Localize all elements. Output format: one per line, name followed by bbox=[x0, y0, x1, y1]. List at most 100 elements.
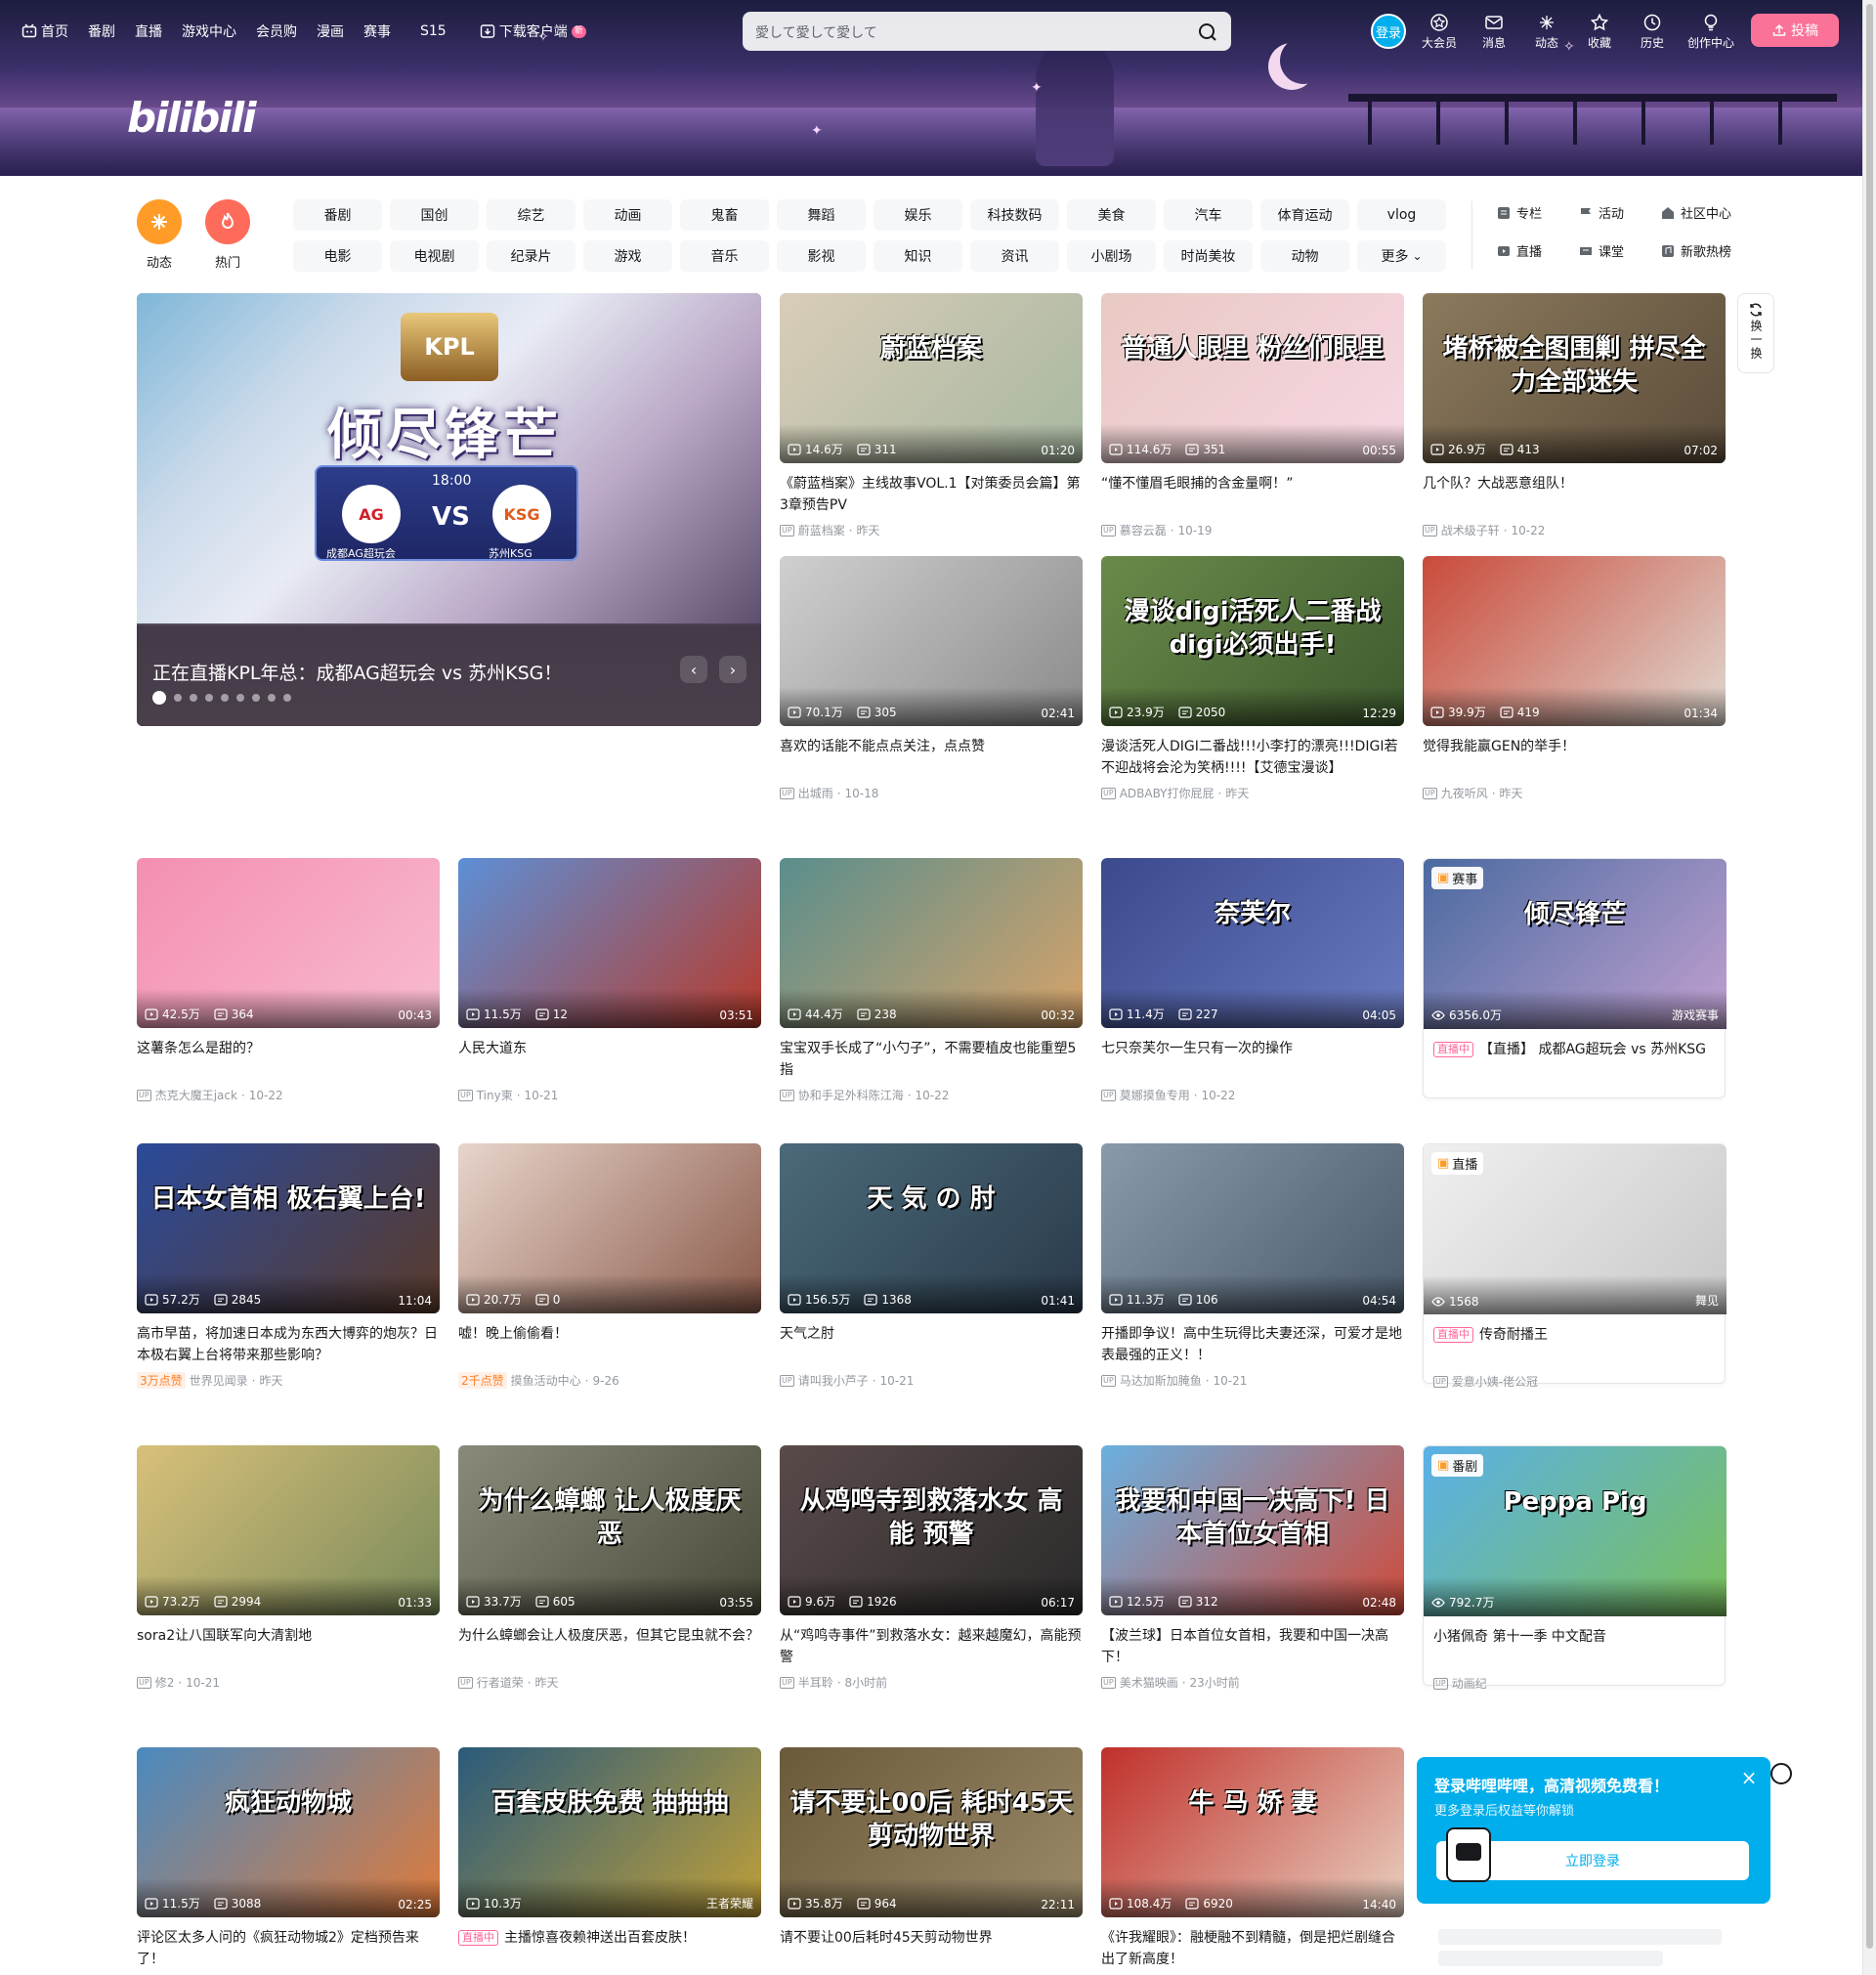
video-card[interactable]: 奈芙尔 11.4万 227 04:05 七只奈芙尔一生只有一次的操作 UP 莫娜摸鱼专用 · 1… bbox=[1101, 858, 1404, 1103]
video-thumbnail[interactable]: 漫谈digi活死人二番战 digi必须出手! 23.9万 2050 12:29 bbox=[1101, 556, 1404, 726]
nav-match[interactable]: 赛事 bbox=[363, 21, 391, 41]
channel-item[interactable]: 电视剧 bbox=[390, 240, 479, 272]
video-thumbnail[interactable]: 百套皮肤免费 抽抽抽 10.3万 王者荣耀 bbox=[458, 1747, 761, 1917]
uploader-name[interactable]: 杰克大魔王jack bbox=[155, 1087, 237, 1103]
uploader-name[interactable]: ADBABY打你屁屁 bbox=[1120, 785, 1215, 801]
carousel-dots[interactable] bbox=[152, 691, 291, 705]
video-title[interactable]: sora2让八国联军向大清割地 bbox=[137, 1625, 440, 1668]
video-title[interactable]: 《蔚蓝档案》主线故事VOL.1【对策委员会篇】第3章预告PV bbox=[780, 473, 1083, 516]
video-card[interactable]: 42.5万 364 00:43 这薯条怎么是甜的？ UP 杰克大魔王jack · 10-22 bbox=[137, 858, 440, 1103]
carousel-next-icon[interactable]: › bbox=[719, 656, 746, 683]
close-icon[interactable]: × bbox=[1739, 1768, 1759, 1788]
video-title[interactable]: 喜欢的话能不能点点关注，点点赞 bbox=[780, 736, 1083, 779]
carousel-dot[interactable] bbox=[221, 694, 229, 702]
channel-item[interactable]: 国创 bbox=[390, 199, 479, 231]
uploader-name[interactable]: 战术级子轩 bbox=[1441, 522, 1500, 538]
uploader-name[interactable]: 蔚蓝档案 bbox=[798, 522, 845, 538]
video-thumbnail[interactable]: 42.5万 364 00:43 bbox=[137, 858, 440, 1028]
nav-vip[interactable]: 大会员 bbox=[1418, 13, 1461, 51]
video-card[interactable]: 百套皮肤免费 抽抽抽 10.3万 王者荣耀 直播中 主播惊喜夜赖神送出百套皮肤！ bbox=[458, 1747, 761, 1970]
video-title[interactable]: 觉得我能赢GEN的举手！ bbox=[1423, 736, 1726, 779]
video-title[interactable]: 这薯条怎么是甜的？ bbox=[137, 1038, 440, 1081]
quick-dynamic[interactable]: 动态 bbox=[137, 199, 182, 271]
channel-item[interactable]: 舞蹈 bbox=[777, 199, 866, 231]
channel-item[interactable]: 体育运动 bbox=[1260, 199, 1349, 231]
channel-item[interactable]: 综艺 bbox=[487, 199, 576, 231]
carousel-dot[interactable] bbox=[174, 694, 182, 702]
video-title[interactable]: 嘘！晚上偷偷看！ bbox=[458, 1323, 761, 1366]
nav-creator-center[interactable]: 创作中心 bbox=[1684, 13, 1738, 51]
link-classroom[interactable]: 课堂 bbox=[1579, 241, 1655, 260]
video-thumbnail[interactable]: 73.2万 2994 01:33 bbox=[137, 1445, 440, 1615]
refresh-button[interactable]: 换一换 bbox=[1737, 293, 1774, 373]
video-thumbnail[interactable]: 11.3万 106 04:54 bbox=[1101, 1143, 1404, 1313]
carousel-dot[interactable] bbox=[252, 694, 260, 702]
channel-item[interactable]: 美食 bbox=[1067, 199, 1156, 231]
live-title[interactable]: 小猪佩奇 第十一季 中文配音 bbox=[1424, 1626, 1725, 1669]
search-icon[interactable] bbox=[1195, 20, 1220, 45]
search-input[interactable] bbox=[755, 21, 1175, 44]
video-card[interactable]: 我要和中国一决高下! 日本首位女首相 12.5万 312 02:48 【波兰球】日本首位… bbox=[1101, 1445, 1404, 1691]
video-thumbnail[interactable]: 11.5万 12 03:51 bbox=[458, 858, 761, 1028]
video-card[interactable]: 从鸡鸣寺到救落水女 高能 预警 9.6万 1926 06:17 从“鸡鸣寺事件”到救落水… bbox=[780, 1445, 1083, 1691]
carousel-dot[interactable] bbox=[268, 694, 276, 702]
video-thumbnail[interactable]: 倾尽锋芒 ▣ 赛事 6356.0万 游戏赛事 bbox=[1424, 859, 1727, 1029]
video-thumbnail[interactable]: 疯狂动物城 11.5万 3088 02:25 bbox=[137, 1747, 440, 1917]
live-card[interactable]: ▣ 直播 1568 舞见 直播中 传奇耐播王 UP 爱意小姨-佬公冠 bbox=[1423, 1143, 1727, 1389]
nav-bangumi[interactable]: 番剧 bbox=[88, 21, 115, 41]
video-card[interactable]: 漫谈digi活死人二番战 digi必须出手! 23.9万 2050 12:29 漫谈活死… bbox=[1101, 556, 1404, 801]
channel-item[interactable]: 影视 bbox=[777, 240, 866, 272]
video-card[interactable]: 70.1万 305 02:41 喜欢的话能不能点点关注，点点赞 UP 出城雨 · 10-18 bbox=[780, 556, 1083, 801]
video-thumbnail[interactable]: Peppa Pig ▣ 番剧 792.7万 bbox=[1424, 1446, 1727, 1616]
nav-s15[interactable]: S15 bbox=[420, 21, 447, 41]
video-card[interactable]: 44.4万 238 00:32 宝宝双手长成了“小勺子”，不需要植皮也能重塑5指 UP 协… bbox=[780, 858, 1083, 1103]
nav-favorite[interactable]: 收藏 bbox=[1578, 13, 1621, 51]
carousel-dot[interactable] bbox=[205, 694, 213, 702]
hero-carousel[interactable]: KPL 倾尽锋芒 18:00 AG VS KSG 成都AG超玩会 苏州KSG 正… bbox=[137, 293, 761, 726]
video-card[interactable]: 73.2万 2994 01:33 sora2让八国联军向大清割地 UP 修2 · 10-21 bbox=[137, 1445, 440, 1691]
video-thumbnail[interactable]: 普通人眼里 粉丝们眼里 114.6万 351 00:55 bbox=[1101, 293, 1404, 463]
video-title[interactable]: 七只奈芙尔一生只有一次的操作 bbox=[1101, 1038, 1404, 1081]
nav-dynamic[interactable]: 动态 bbox=[1525, 13, 1568, 51]
channel-more-button[interactable]: 更多 ⌄ bbox=[1357, 240, 1446, 272]
video-title[interactable]: 请不要让00后耗时45天剪动物世界 bbox=[780, 1927, 1083, 1970]
video-title[interactable]: 人民大道东 bbox=[458, 1038, 761, 1081]
page-scrollbar[interactable] bbox=[1862, 0, 1876, 1975]
uploader-name[interactable]: 美术猫映画 bbox=[1120, 1674, 1178, 1691]
channel-item[interactable]: 音乐 bbox=[680, 240, 769, 272]
channel-item[interactable]: 动画 bbox=[583, 199, 672, 231]
channel-item[interactable]: 小剧场 bbox=[1067, 240, 1156, 272]
video-title[interactable]: 为什么蟑螂会让人极度厌恶，但其它昆虫就不会？ bbox=[458, 1625, 761, 1668]
video-card[interactable]: 请不要让00后 耗时45天 剪动物世界 35.8万 964 22:11 请不要让00后耗… bbox=[780, 1747, 1083, 1970]
side-tool-icon[interactable] bbox=[1770, 1763, 1792, 1784]
video-card[interactable]: 天 気 の 肘 156.5万 1368 01:41 天气之肘 UP 请叫我小芦子 · 10-21 bbox=[780, 1143, 1083, 1389]
nav-manga[interactable]: 漫画 bbox=[317, 21, 344, 41]
uploader-name[interactable]: 九夜听风 bbox=[1441, 785, 1488, 801]
live-title[interactable]: 直播中 传奇耐播王 bbox=[1424, 1324, 1725, 1367]
uploader-name[interactable]: 动画纪 bbox=[1452, 1675, 1487, 1692]
uploader-name[interactable]: 出城雨 bbox=[798, 785, 833, 801]
uploader-name[interactable]: 摸鱼活动中心 bbox=[511, 1372, 581, 1389]
channel-item[interactable]: 游戏 bbox=[583, 240, 672, 272]
live-card[interactable]: Peppa Pig ▣ 番剧 792.7万 小猪佩奇 第十一季 中文配音 UP 动画纪 bbox=[1423, 1445, 1727, 1691]
uploader-name[interactable]: Tiny柬 bbox=[477, 1087, 513, 1103]
video-thumbnail[interactable]: 天 気 の 肘 156.5万 1368 01:41 bbox=[780, 1143, 1083, 1313]
link-community[interactable]: 社区中心 bbox=[1661, 203, 1769, 222]
link-live[interactable]: 直播 bbox=[1497, 241, 1573, 260]
video-title[interactable]: 开播即争议！高中生玩得比夫妻还深，可爱才是地表最强的正义！！ bbox=[1101, 1323, 1404, 1366]
channel-item[interactable]: 资讯 bbox=[970, 240, 1059, 272]
link-activity[interactable]: 活动 bbox=[1579, 203, 1655, 222]
uploader-name[interactable]: 半耳聆 bbox=[798, 1674, 833, 1691]
channel-item[interactable]: 知识 bbox=[874, 240, 962, 272]
carousel-prev-icon[interactable]: ‹ bbox=[680, 656, 707, 683]
video-thumbnail[interactable]: 我要和中国一决高下! 日本首位女首相 12.5万 312 02:48 bbox=[1101, 1445, 1404, 1615]
uploader-name[interactable]: 修2 bbox=[155, 1674, 175, 1691]
uploader-name[interactable]: 马达加斯加腌鱼 bbox=[1120, 1372, 1202, 1389]
nav-download-client[interactable]: 下载客户端 新 bbox=[480, 21, 586, 41]
channel-item[interactable]: vlog bbox=[1357, 199, 1446, 231]
carousel-title[interactable]: 正在直播KPL年总：成都AG超玩会 vs 苏州KSG！ bbox=[152, 659, 562, 685]
video-title[interactable]: 宝宝双手长成了“小勺子”，不需要植皮也能重塑5指 bbox=[780, 1038, 1083, 1081]
link-music-chart[interactable]: 新歌热榜 bbox=[1661, 241, 1769, 260]
video-title[interactable]: “懂不懂眉毛眼捕的含金量啊！” bbox=[1101, 473, 1404, 516]
carousel-dot[interactable] bbox=[283, 694, 291, 702]
